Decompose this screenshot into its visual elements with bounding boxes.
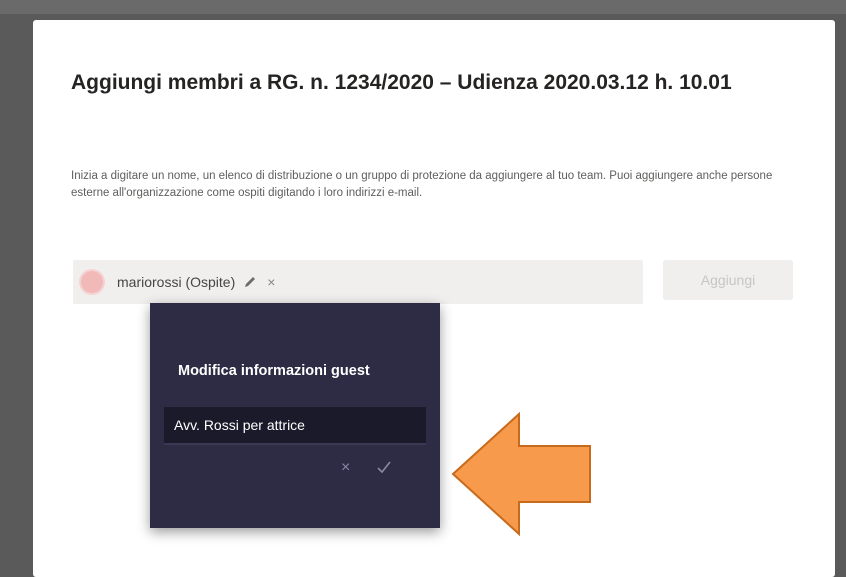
pencil-icon[interactable] [243,275,257,289]
guest-name-input[interactable] [164,407,426,445]
avatar [79,269,105,295]
popover-title: Modifica informazioni guest [178,363,370,379]
close-icon[interactable]: × [341,459,350,477]
dialog-description: Inizia a digitare un nome, un elenco di … [71,170,773,199]
edit-guest-popover: Modifica informazioni guest × [150,303,440,528]
arrow-left-icon [451,412,591,536]
guest-chip-label: mariorossi (Ospite) [117,274,236,290]
remove-guest-icon[interactable]: × [267,274,275,290]
add-members-dialog: Aggiungi membri a RG. n. 1234/2020 – Udi… [33,20,835,577]
people-picker-input[interactable]: mariorossi (Ospite) × [73,260,643,304]
backdrop [0,0,846,14]
dialog-title: Aggiungi membri a RG. n. 1234/2020 – Udi… [71,71,732,94]
guest-chip[interactable]: mariorossi (Ospite) × [79,268,275,296]
add-button[interactable]: Aggiungi [663,260,793,300]
checkmark-icon[interactable] [376,460,392,477]
